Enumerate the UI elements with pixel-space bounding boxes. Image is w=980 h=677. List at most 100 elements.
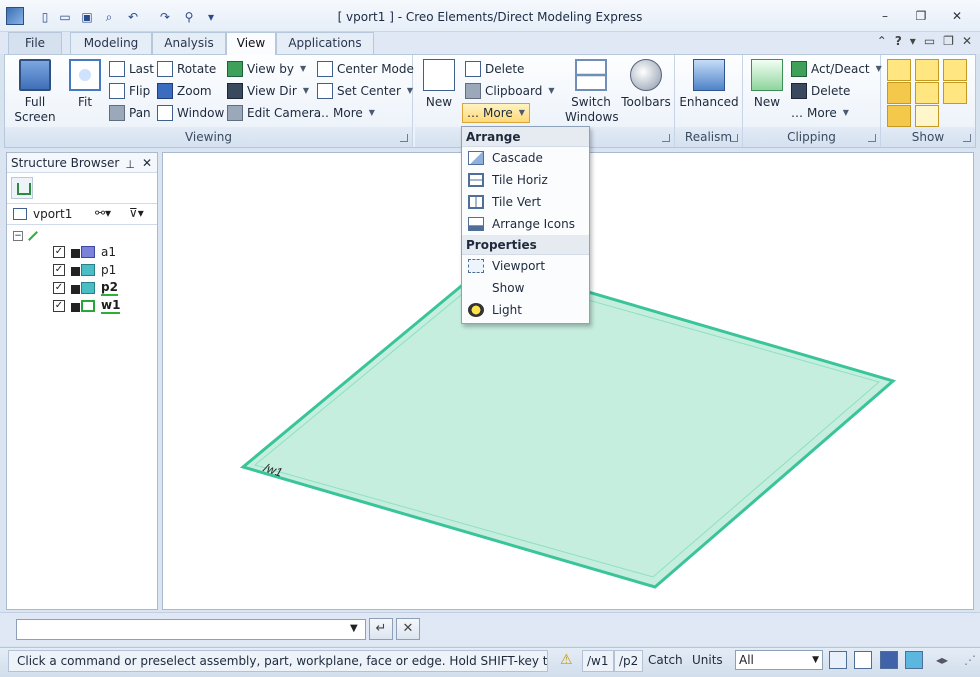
- current-part[interactable]: /p2: [614, 650, 644, 672]
- pan-button[interactable]: Pan: [109, 103, 151, 123]
- enhanced-button[interactable]: Enhanced: [679, 59, 739, 110]
- fit-label: Fit: [77, 95, 93, 109]
- menu-item-arrange-icons[interactable]: Arrange Icons: [462, 213, 589, 235]
- switch-windows-icon: [575, 59, 607, 91]
- tab-analysis[interactable]: Analysis: [152, 32, 226, 54]
- toolbars-button[interactable]: Toolbars: [621, 59, 671, 110]
- full-screen-button[interactable]: Full Screen: [13, 59, 57, 125]
- show-faces-icon[interactable]: [915, 59, 939, 81]
- view-dir-dropdown-icon: ▼: [302, 86, 309, 95]
- tree-item-p2[interactable]: ✓ p2: [53, 279, 118, 297]
- delete-window-button[interactable]: Delete: [465, 59, 524, 79]
- clipboard-button[interactable]: Clipboard ▼: [465, 81, 554, 101]
- act-deact-button[interactable]: Act/Deact ▼: [791, 59, 882, 79]
- select-box-icon[interactable]: [829, 651, 847, 669]
- tab-applications[interactable]: Applications: [276, 32, 374, 54]
- help-icon[interactable]: ?: [895, 34, 902, 48]
- visibility-checkbox[interactable]: ✓: [53, 246, 65, 258]
- restore-button[interactable]: ❐: [910, 8, 932, 24]
- show-edges-icon[interactable]: [943, 59, 967, 81]
- tab-view[interactable]: View: [226, 32, 276, 55]
- cancel-command-button[interactable]: ✕: [396, 618, 420, 640]
- viewing-launcher-icon[interactable]: [400, 134, 408, 142]
- visibility-checkbox[interactable]: ✓: [53, 282, 65, 294]
- view-by-button[interactable]: View by ▼: [227, 59, 306, 79]
- menu-item-cascade[interactable]: Cascade: [462, 147, 589, 169]
- set-center-button[interactable]: Set Center ▼: [317, 81, 413, 101]
- collapse-icon[interactable]: −: [13, 231, 23, 241]
- tab-modeling[interactable]: Modeling: [70, 32, 152, 54]
- windows-more-button[interactable]: … More ▼: [462, 103, 530, 123]
- binoculars-icon[interactable]: ⚯▾: [95, 206, 111, 220]
- doc-minimize-icon[interactable]: ▭: [924, 34, 935, 48]
- show-labels-icon[interactable]: [943, 82, 967, 104]
- zoom-button[interactable]: Zoom: [157, 81, 212, 101]
- fit-button[interactable]: Fit: [67, 59, 103, 110]
- tree-item-p1[interactable]: ✓ p1: [53, 261, 116, 279]
- pin-icon[interactable]: ⊥: [125, 155, 135, 175]
- clipping-launcher-icon[interactable]: [868, 134, 876, 142]
- viewing-group: Full Screen Fit Last Flip Pan Rotate Zoo…: [5, 55, 414, 147]
- browser-close-icon[interactable]: ✕: [142, 153, 152, 173]
- command-history-dropdown-icon[interactable]: ▼: [350, 623, 358, 634]
- more-dots-icon: …: [467, 106, 479, 120]
- center-mode-icon: [317, 61, 333, 77]
- navigate-arrows-icon[interactable]: ◂▸: [932, 650, 952, 672]
- menu-item-tile-horiz[interactable]: Tile Horiz: [462, 169, 589, 191]
- clipping-more-button[interactable]: … More ▼: [791, 103, 849, 123]
- resize-grip-icon[interactable]: ⋰: [960, 650, 980, 672]
- close-button[interactable]: ✕: [946, 8, 968, 24]
- menu-item-viewport[interactable]: Viewport: [462, 255, 589, 277]
- viewing-more-button[interactable]: … More ▼: [317, 103, 375, 123]
- doc-restore-icon[interactable]: ❐: [943, 34, 954, 48]
- current-workplane[interactable]: /w1: [582, 650, 614, 672]
- edit-camera-button[interactable]: Edit Camera: [227, 103, 321, 123]
- new-window-button[interactable]: New: [421, 59, 457, 110]
- view-dir-button[interactable]: View Dir ▼: [227, 81, 309, 101]
- viewport-name[interactable]: vport1: [33, 207, 72, 221]
- minimize-button[interactable]: –: [874, 8, 896, 24]
- show-coordinates-icon[interactable]: [915, 82, 939, 104]
- selection-filter-select[interactable]: All ▼: [735, 650, 823, 670]
- catch-button[interactable]: Catch: [644, 650, 687, 672]
- select-previous-icon[interactable]: [880, 651, 898, 669]
- rotate-button[interactable]: Rotate: [157, 59, 216, 79]
- warning-icon[interactable]: ⚠: [556, 650, 577, 672]
- help-dropdown-icon[interactable]: ▾: [910, 34, 916, 48]
- last-button[interactable]: Last: [109, 59, 154, 79]
- menu-item-show[interactable]: Show: [462, 277, 589, 299]
- menu-item-tile-vert[interactable]: Tile Vert: [462, 191, 589, 213]
- visibility-checkbox[interactable]: ✓: [53, 300, 65, 312]
- show-box-icon[interactable]: [915, 105, 939, 127]
- windows-launcher-icon[interactable]: [662, 134, 670, 142]
- units-button[interactable]: Units: [688, 650, 727, 672]
- tree-root[interactable]: −: [13, 227, 39, 245]
- collapse-ribbon-icon[interactable]: ⌃: [877, 34, 887, 48]
- flip-button[interactable]: Flip: [109, 81, 150, 101]
- tab-file[interactable]: File: [8, 32, 62, 54]
- enter-command-button[interactable]: ↵: [369, 618, 393, 640]
- switch-windows-button[interactable]: Switch Windows: [565, 59, 619, 125]
- select-window-icon[interactable]: [854, 651, 872, 669]
- show-parts-icon[interactable]: [887, 59, 911, 81]
- zoom-icon: [157, 83, 173, 99]
- switch-windows-label: Switch Windows: [565, 95, 619, 124]
- show-launcher-icon[interactable]: [963, 134, 971, 142]
- tree-item-w1[interactable]: ✓ w1: [53, 297, 121, 315]
- tree-item-a1[interactable]: ✓ a1: [53, 243, 116, 261]
- show-grid-icon[interactable]: [887, 105, 911, 127]
- new-clipping-button[interactable]: New: [749, 59, 785, 110]
- select-all-icon[interactable]: [905, 651, 923, 669]
- model-tree-tab-icon[interactable]: [11, 177, 33, 199]
- visibility-checkbox[interactable]: ✓: [53, 264, 65, 276]
- command-input[interactable]: [16, 619, 366, 640]
- viewport-icon: [468, 259, 484, 273]
- menu-item-light[interactable]: Light: [462, 299, 589, 321]
- window-zoom-button[interactable]: Window: [157, 103, 224, 123]
- realism-launcher-icon[interactable]: [730, 134, 738, 142]
- center-mode-button[interactable]: Center Mode: [317, 59, 414, 79]
- show-workplanes-icon[interactable]: [887, 82, 911, 104]
- doc-close-icon[interactable]: ✕: [962, 34, 972, 48]
- delete-clipping-button[interactable]: Delete: [791, 81, 850, 101]
- filter-icon[interactable]: ⊽▾: [129, 206, 144, 220]
